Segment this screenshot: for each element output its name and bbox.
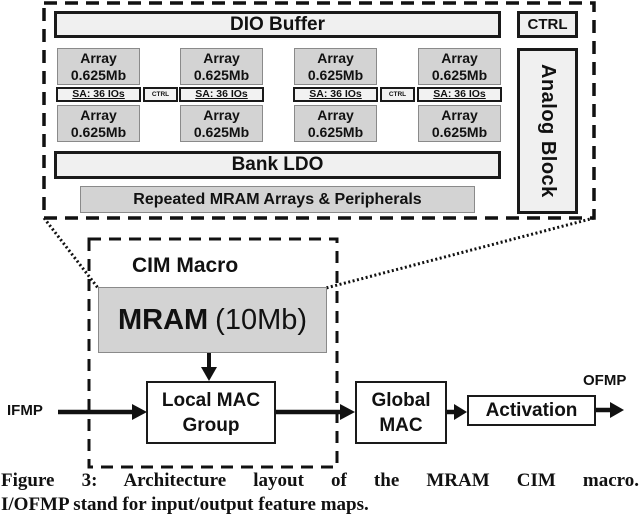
- sense-amp-block: SA: 36 IOs: [417, 87, 502, 102]
- ctrl-label: CTRL: [527, 16, 568, 33]
- sense-amp-label: SA: 36 IOs: [309, 88, 362, 101]
- repeated-arrays-block: Repeated MRAM Arrays & Peripherals: [80, 186, 475, 213]
- dio-buffer-label: DIO Buffer: [230, 13, 325, 35]
- array-title: Array: [317, 106, 354, 123]
- array-block: Array 0.625Mb: [57, 105, 140, 142]
- array-block: Array 0.625Mb: [57, 48, 140, 85]
- ifmp-arrowhead: [132, 404, 147, 420]
- array-title: Array: [80, 49, 117, 66]
- zoom-line-left: [42, 217, 100, 289]
- mram-name: MRAM: [117, 303, 209, 336]
- inner-ctrl-block: CTRL: [143, 87, 178, 102]
- array-size: 0.625Mb: [431, 66, 488, 83]
- global-to-activation-arrowhead: [454, 404, 467, 420]
- array-size: 0.625Mb: [307, 66, 364, 83]
- local-mac-group-block: Local MAC Group: [146, 381, 276, 444]
- array-title: Array: [203, 106, 240, 123]
- dio-buffer-block: DIO Buffer: [54, 11, 501, 38]
- array-block: Array 0.625Mb: [180, 48, 263, 85]
- bank-ldo-block: Bank LDO: [54, 151, 501, 179]
- analog-block: Analog Block: [517, 48, 578, 214]
- inner-ctrl-label: CTRL: [388, 91, 407, 98]
- sense-amp-block: SA: 36 IOs: [179, 87, 264, 102]
- array-size: 0.625Mb: [193, 66, 250, 83]
- sense-amp-block: SA: 36 IOs: [56, 87, 141, 102]
- array-title: Array: [317, 49, 354, 66]
- ofmp-arrowhead: [610, 402, 624, 418]
- sense-amp-label: SA: 36 IOs: [433, 88, 486, 101]
- ofmp-label: OFMP: [583, 372, 627, 389]
- activation-label: Activation: [485, 399, 578, 421]
- repeated-arrays-label: Repeated MRAM Arrays & Peripherals: [133, 190, 422, 208]
- array-block: Array 0.625Mb: [418, 48, 501, 85]
- array-size: 0.625Mb: [193, 123, 250, 140]
- mram-block: MRAM (10Mb): [98, 287, 327, 353]
- array-size: 0.625Mb: [70, 123, 127, 140]
- array-size: 0.625Mb: [70, 66, 127, 83]
- array-block: Array 0.625Mb: [294, 105, 377, 142]
- activation-block: Activation: [467, 395, 596, 426]
- cim-macro-title: CIM Macro: [132, 254, 239, 277]
- caption-line2: I/OFMP stand for input/output feature ma…: [1, 494, 369, 515]
- array-block: Array 0.625Mb: [418, 105, 501, 142]
- bank-ldo-label: Bank LDO: [231, 154, 324, 175]
- analog-block-label: Analog Block: [537, 64, 559, 198]
- figure-caption: Figure 3: Architecture layout of the MRA…: [1, 469, 639, 517]
- array-size: 0.625Mb: [307, 123, 364, 140]
- sense-amp-block: SA: 36 IOs: [293, 87, 378, 102]
- global-mac-block: Global MAC: [355, 381, 447, 444]
- array-title: Array: [80, 106, 117, 123]
- array-block: Array 0.625Mb: [180, 105, 263, 142]
- mram-to-local-mac-arrowhead: [201, 367, 217, 381]
- ctrl-block: CTRL: [517, 11, 578, 38]
- global-mac-line1: Global: [371, 389, 431, 411]
- local-mac-line1: Local MAC: [161, 389, 261, 411]
- inner-ctrl-block: CTRL: [380, 87, 415, 102]
- ifmp-label: IFMP: [7, 402, 43, 419]
- array-title: Array: [441, 49, 478, 66]
- array-title: Array: [441, 106, 478, 123]
- array-title: Array: [203, 49, 240, 66]
- array-block: Array 0.625Mb: [294, 48, 377, 85]
- zoom-line-right: [325, 216, 595, 290]
- mram-size: (10Mb): [215, 303, 308, 336]
- caption-line1: Figure 3: Architecture layout of the MRA…: [1, 470, 639, 491]
- global-mac-line2: MAC: [379, 414, 423, 436]
- sense-amp-label: SA: 36 IOs: [195, 88, 248, 101]
- inner-ctrl-label: CTRL: [151, 91, 170, 98]
- sense-amp-label: SA: 36 IOs: [72, 88, 125, 101]
- local-to-global-arrowhead: [340, 404, 355, 420]
- array-size: 0.625Mb: [431, 123, 488, 140]
- local-mac-line2: Group: [182, 414, 240, 436]
